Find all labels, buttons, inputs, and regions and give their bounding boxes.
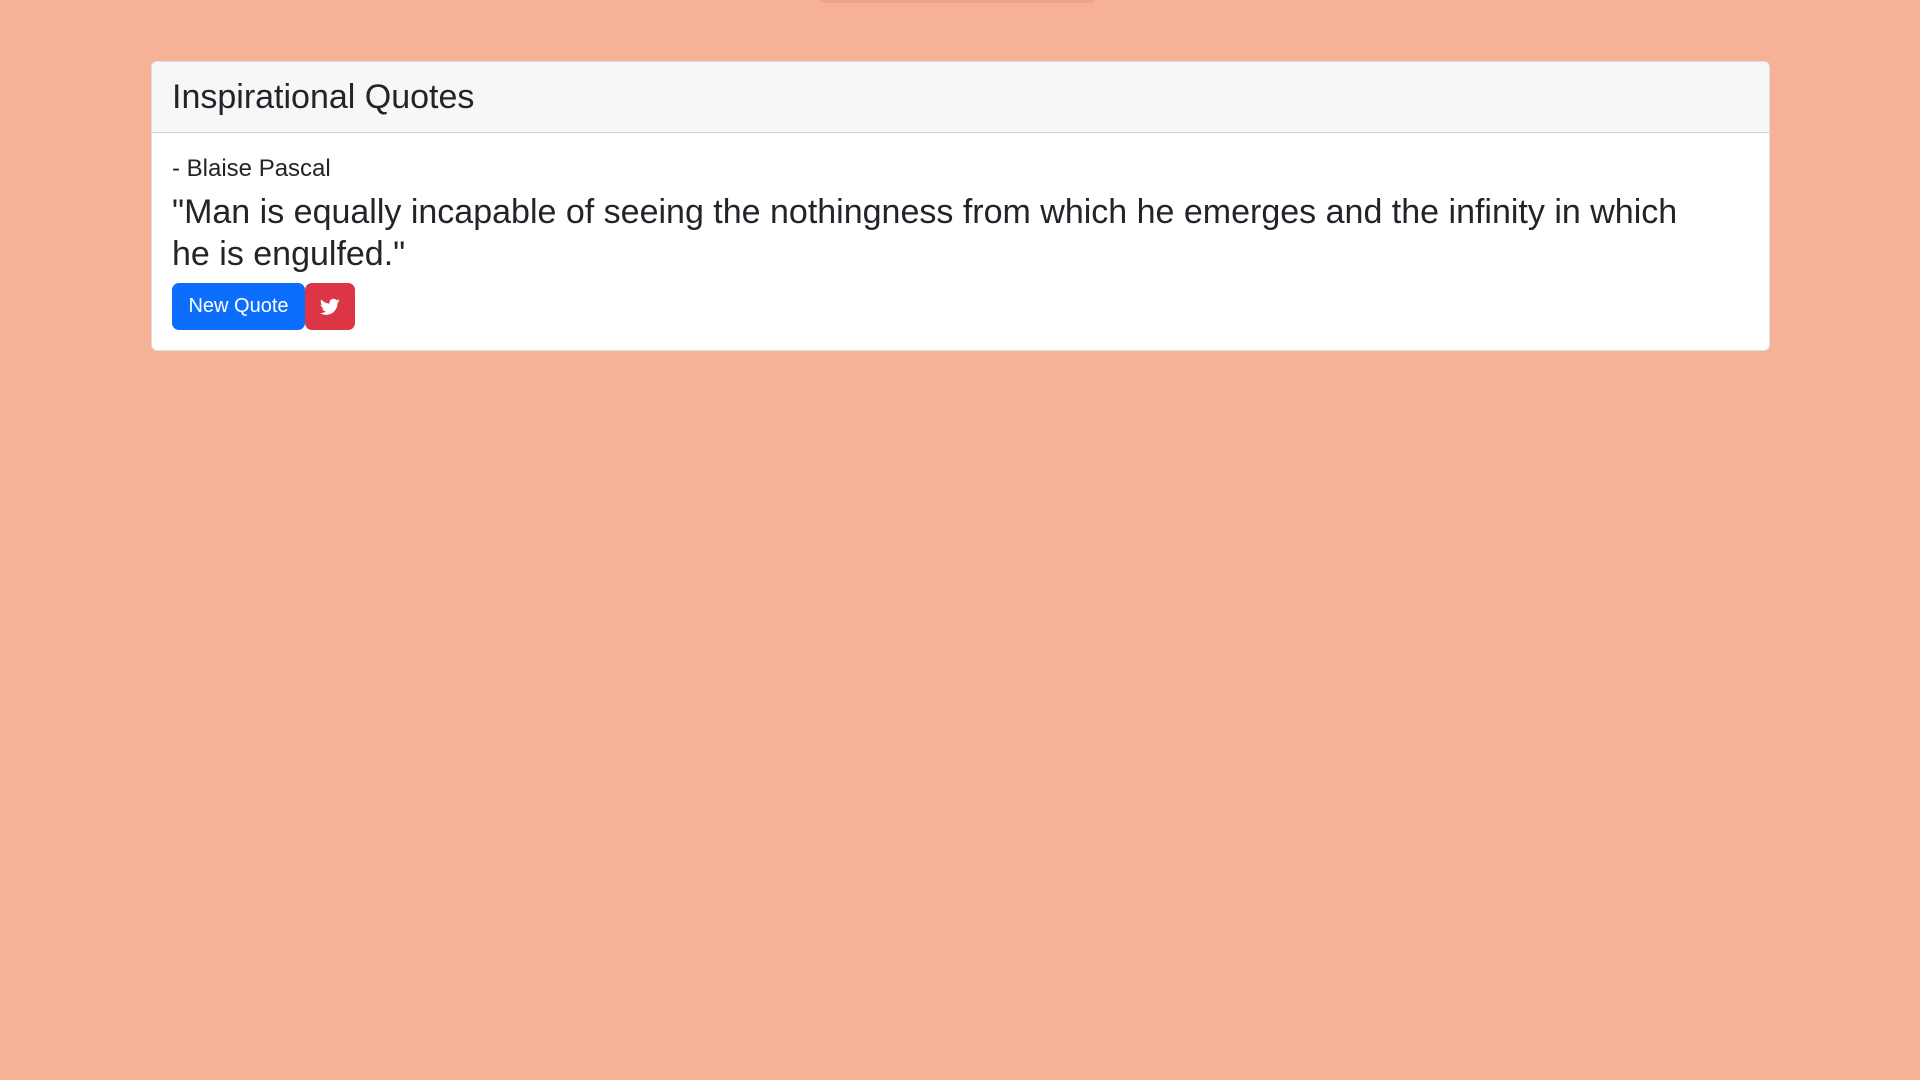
quote-text: "Man is equally incapable of seeing the … <box>172 193 1678 273</box>
quote-card: Inspirational Quotes - Blaise Pascal "Ma… <box>151 61 1770 351</box>
card-body: - Blaise Pascal "Man is equally incapabl… <box>152 133 1769 350</box>
quote-actions: New Quote <box>172 283 1749 330</box>
new-quote-button[interactable]: New Quote <box>172 283 305 330</box>
page-title: Inspirational Quotes <box>172 78 475 116</box>
twitter-icon <box>320 298 340 315</box>
tweet-button[interactable] <box>305 283 355 330</box>
card-header: Inspirational Quotes <box>152 62 1769 133</box>
top-tab-edge <box>820 0 1095 3</box>
quote-author: - Blaise Pascal <box>172 155 331 182</box>
